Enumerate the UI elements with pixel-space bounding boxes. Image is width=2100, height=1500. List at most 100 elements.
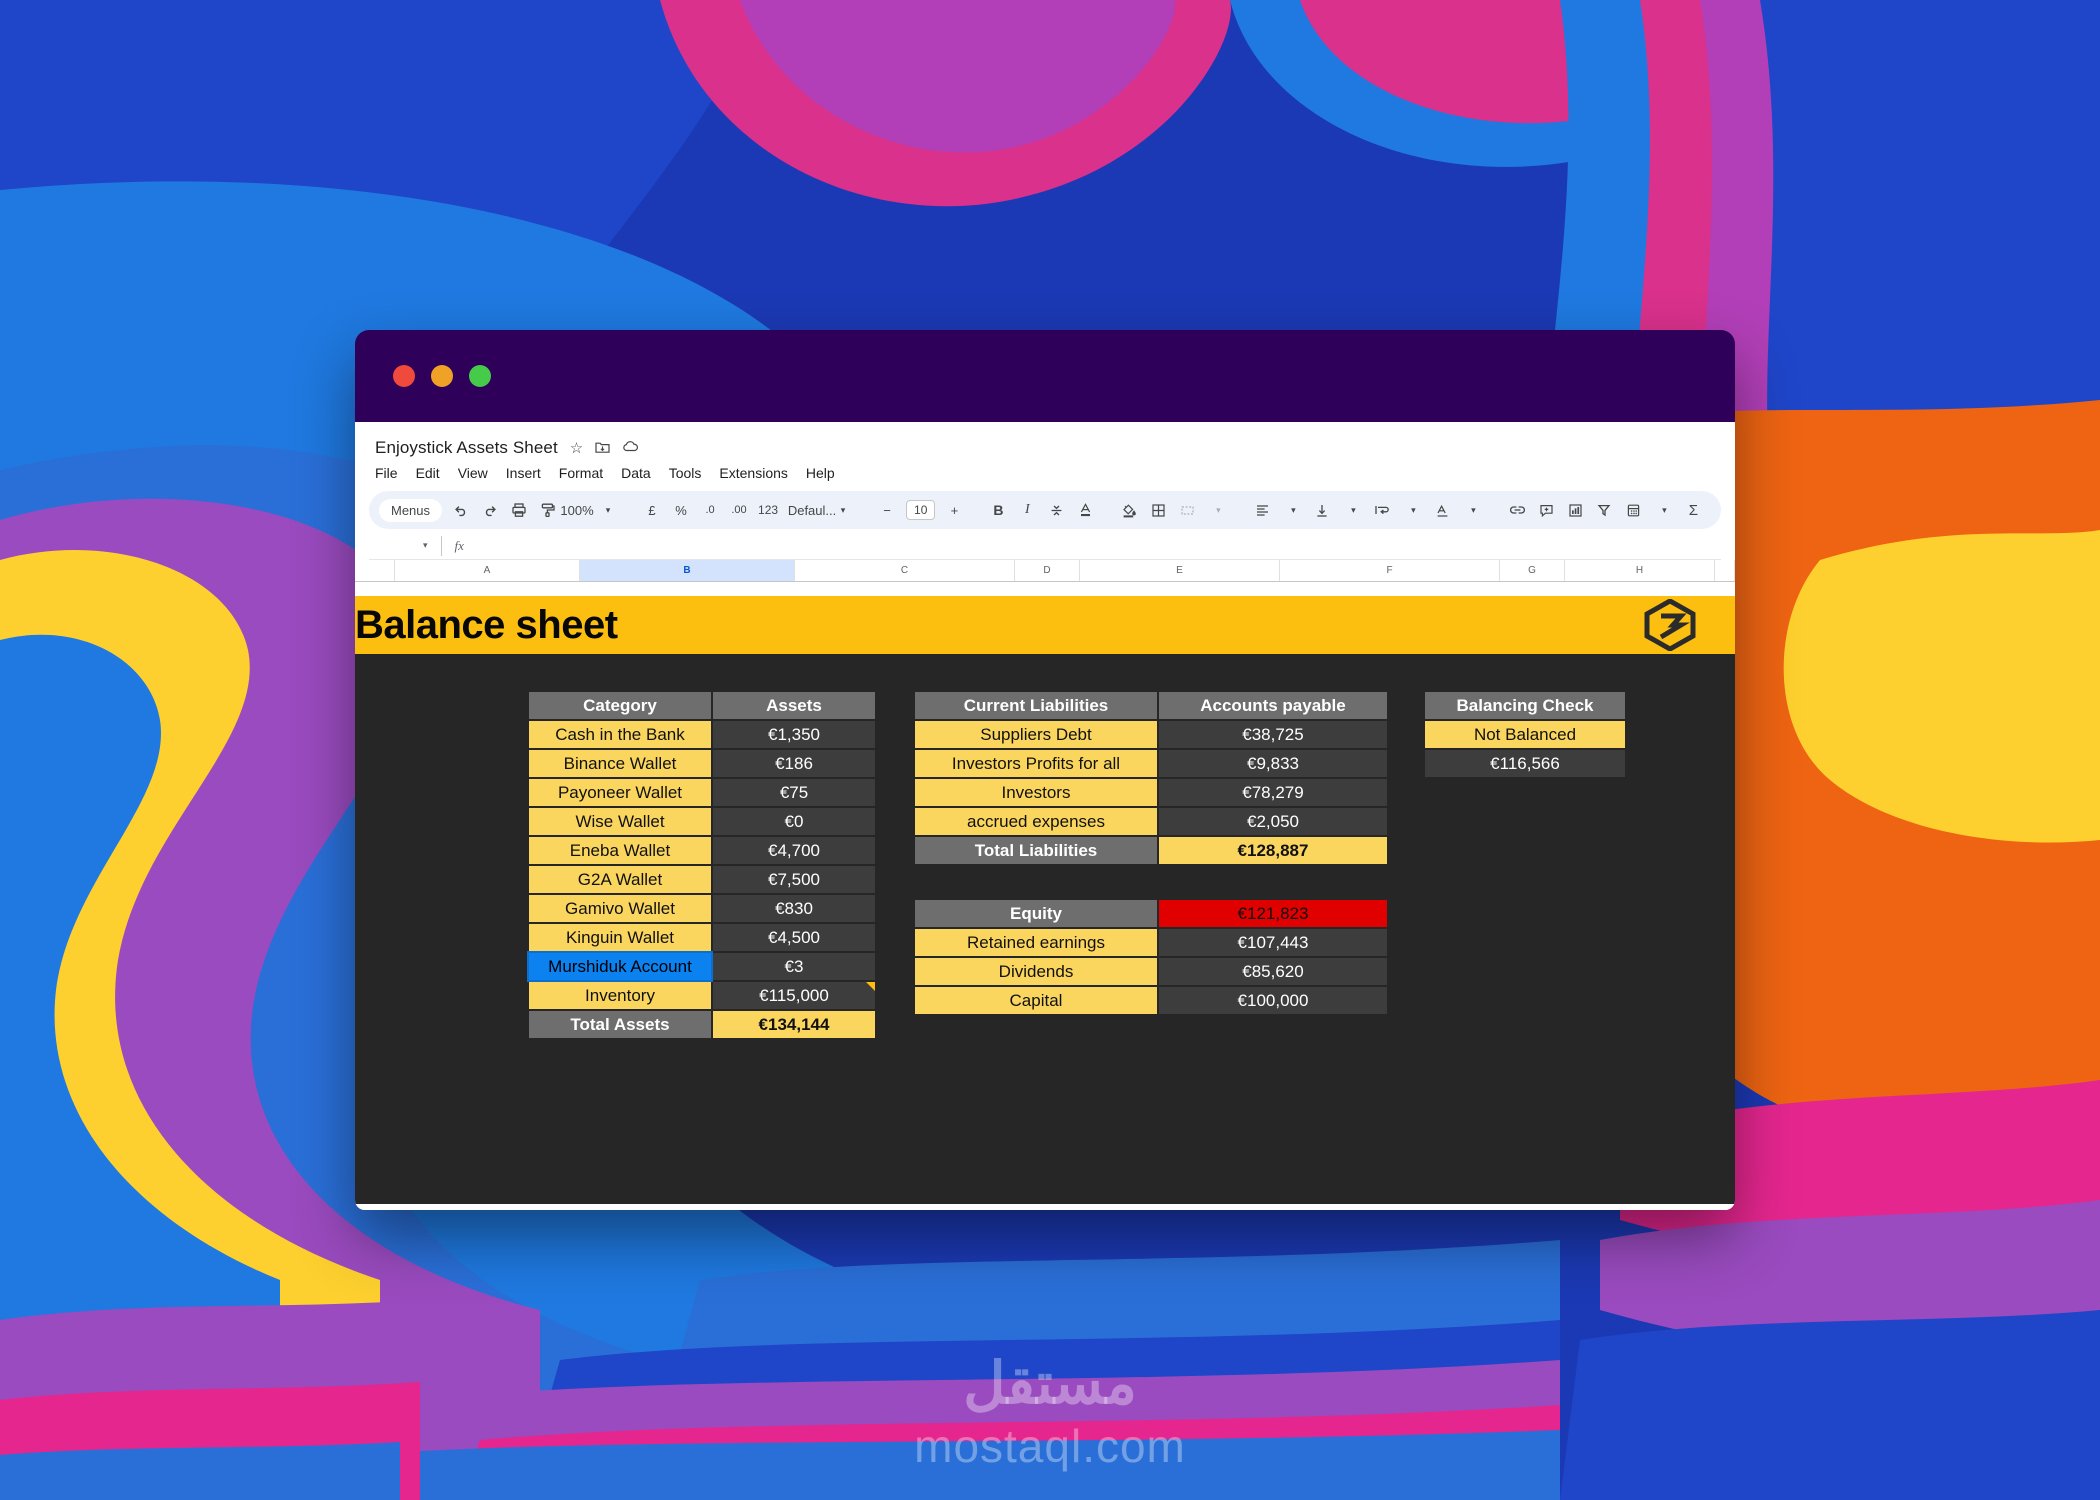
liabilities-total-label[interactable]: Total Liabilities [915, 837, 1157, 864]
redo-icon[interactable] [480, 497, 500, 523]
assets-total-value[interactable]: €134,144 [713, 1011, 875, 1038]
menu-view[interactable]: View [458, 465, 488, 481]
text-color-icon[interactable] [1075, 497, 1095, 523]
asset-label-gamivo-wallet[interactable]: Gamivo Wallet [529, 895, 711, 922]
asset-value-g2a-wallet[interactable]: €7,500 [713, 866, 875, 893]
liabilities-total-value[interactable]: €128,887 [1159, 837, 1387, 864]
italic-button[interactable]: I [1017, 497, 1037, 523]
balancing-check-difference[interactable]: €116,566 [1425, 750, 1625, 777]
font-size-input[interactable]: 10 [906, 500, 936, 520]
asset-label-payoneer-wallet[interactable]: Payoneer Wallet [529, 779, 711, 806]
valign-chevron-down-icon[interactable]: ▾ [1343, 497, 1363, 523]
asset-label-wise-wallet[interactable]: Wise Wallet [529, 808, 711, 835]
functions-icon[interactable]: Σ [1683, 497, 1703, 523]
assets-total-label[interactable]: Total Assets [529, 1011, 711, 1038]
liabilities-header-accounts-payable[interactable]: Accounts payable [1159, 692, 1387, 719]
equity-label-capital[interactable]: Capital [915, 987, 1157, 1014]
document-title[interactable]: Enjoystick Assets Sheet [375, 438, 558, 458]
asset-value-cash-in-the-bank[interactable]: €1,350 [713, 721, 875, 748]
liability-value-accrued-expenses[interactable]: €2,050 [1159, 808, 1387, 835]
wrap-chevron-down-icon[interactable]: ▾ [1403, 497, 1423, 523]
column-header-overflow[interactable] [1715, 560, 1735, 581]
more-formats-icon[interactable]: 123 [758, 497, 778, 523]
calculator-chevron-down-icon[interactable]: ▾ [1654, 497, 1674, 523]
horizontal-align-icon[interactable] [1252, 497, 1272, 523]
asset-value-wise-wallet[interactable]: €0 [713, 808, 875, 835]
asset-value-murshiduk-account[interactable]: €3 [713, 953, 875, 980]
asset-label-inventory[interactable]: Inventory [529, 982, 711, 1009]
percent-format-icon[interactable]: % [671, 497, 691, 523]
liabilities-header-current[interactable]: Current Liabilities [915, 692, 1157, 719]
halign-chevron-down-icon[interactable]: ▾ [1283, 497, 1303, 523]
assets-header-category[interactable]: Category [529, 692, 711, 719]
corner-select-all[interactable] [355, 560, 395, 581]
asset-label-eneba-wallet[interactable]: Eneba Wallet [529, 837, 711, 864]
menu-extensions[interactable]: Extensions [719, 465, 787, 481]
zoom-chevron-down-icon[interactable]: ▾ [598, 497, 618, 523]
insert-comment-icon[interactable] [1536, 497, 1556, 523]
equity-header-label[interactable]: Equity [915, 900, 1157, 927]
menu-edit[interactable]: Edit [416, 465, 440, 481]
equity-label-retained-earnings[interactable]: Retained earnings [915, 929, 1157, 956]
asset-label-kinguin-wallet[interactable]: Kinguin Wallet [529, 924, 711, 951]
menu-file[interactable]: File [375, 465, 398, 481]
menu-insert[interactable]: Insert [506, 465, 541, 481]
assets-header-assets[interactable]: Assets [713, 692, 875, 719]
asset-value-payoneer-wallet[interactable]: €75 [713, 779, 875, 806]
column-header-f[interactable]: F [1280, 560, 1500, 581]
merge-chevron-down-icon[interactable]: ▾ [1208, 497, 1228, 523]
balancing-check-header[interactable]: Balancing Check [1425, 692, 1625, 719]
equity-value-dividends[interactable]: €85,620 [1159, 958, 1387, 985]
insert-chart-icon[interactable] [1565, 497, 1585, 523]
zoom-level[interactable]: 100% [560, 497, 593, 523]
menus-button[interactable]: Menus [379, 498, 443, 522]
calculator-icon[interactable] [1623, 497, 1643, 523]
fill-color-icon[interactable] [1119, 497, 1139, 523]
move-to-folder-icon[interactable] [595, 440, 610, 457]
maximize-window-button[interactable] [469, 365, 491, 387]
asset-value-inventory[interactable]: €115,000 [713, 982, 875, 1009]
asset-value-eneba-wallet[interactable]: €4,700 [713, 837, 875, 864]
liability-value-investors-profits-for-all[interactable]: €9,833 [1159, 750, 1387, 777]
increase-decimal-icon[interactable]: .00 [729, 497, 749, 523]
column-header-a[interactable]: A [395, 560, 580, 581]
liability-label-suppliers-debt[interactable]: Suppliers Debt [915, 721, 1157, 748]
column-header-g[interactable]: G [1500, 560, 1565, 581]
close-window-button[interactable] [393, 365, 415, 387]
vertical-align-icon[interactable] [1312, 497, 1332, 523]
insert-link-icon[interactable] [1507, 497, 1527, 523]
bold-button[interactable]: B [988, 497, 1008, 523]
asset-value-gamivo-wallet[interactable]: €830 [713, 895, 875, 922]
status-badge[interactable]: Not Balanced [1425, 721, 1625, 748]
paint-format-icon[interactable] [538, 497, 558, 523]
asset-value-binance-wallet[interactable]: €186 [713, 750, 875, 777]
decrease-decimal-icon[interactable]: .0 [700, 497, 720, 523]
equity-value-capital[interactable]: €100,000 [1159, 987, 1387, 1014]
currency-format-icon[interactable]: £ [642, 497, 662, 523]
text-rotation-icon[interactable] [1432, 497, 1452, 523]
namebox-chevron-down-icon[interactable]: ▾ [423, 540, 428, 551]
asset-label-cash-in-the-bank[interactable]: Cash in the Bank [529, 721, 711, 748]
text-wrap-icon[interactable] [1372, 497, 1392, 523]
liability-label-accrued-expenses[interactable]: accrued expenses [915, 808, 1157, 835]
menu-data[interactable]: Data [621, 465, 651, 481]
minimize-window-button[interactable] [431, 365, 453, 387]
print-icon[interactable] [509, 497, 529, 523]
column-header-b[interactable]: B [580, 560, 795, 581]
menu-tools[interactable]: Tools [669, 465, 702, 481]
column-header-h[interactable]: H [1565, 560, 1715, 581]
font-chevron-down-icon[interactable]: ▾ [833, 497, 853, 523]
menu-format[interactable]: Format [559, 465, 603, 481]
strikethrough-icon[interactable] [1046, 497, 1066, 523]
asset-label-binance-wallet[interactable]: Binance Wallet [529, 750, 711, 777]
font-family-select[interactable]: Defaul... [788, 497, 836, 523]
asset-value-kinguin-wallet[interactable]: €4,500 [713, 924, 875, 951]
liability-value-suppliers-debt[interactable]: €38,725 [1159, 721, 1387, 748]
rotation-chevron-down-icon[interactable]: ▾ [1463, 497, 1483, 523]
asset-label-murshiduk-account[interactable]: Murshiduk Account [527, 951, 713, 982]
decrease-font-size-button[interactable]: − [877, 497, 897, 523]
cloud-saved-icon[interactable] [622, 440, 639, 456]
column-header-c[interactable]: C [795, 560, 1015, 581]
equity-header-value[interactable]: €121,823 [1159, 900, 1387, 927]
column-header-e[interactable]: E [1080, 560, 1280, 581]
